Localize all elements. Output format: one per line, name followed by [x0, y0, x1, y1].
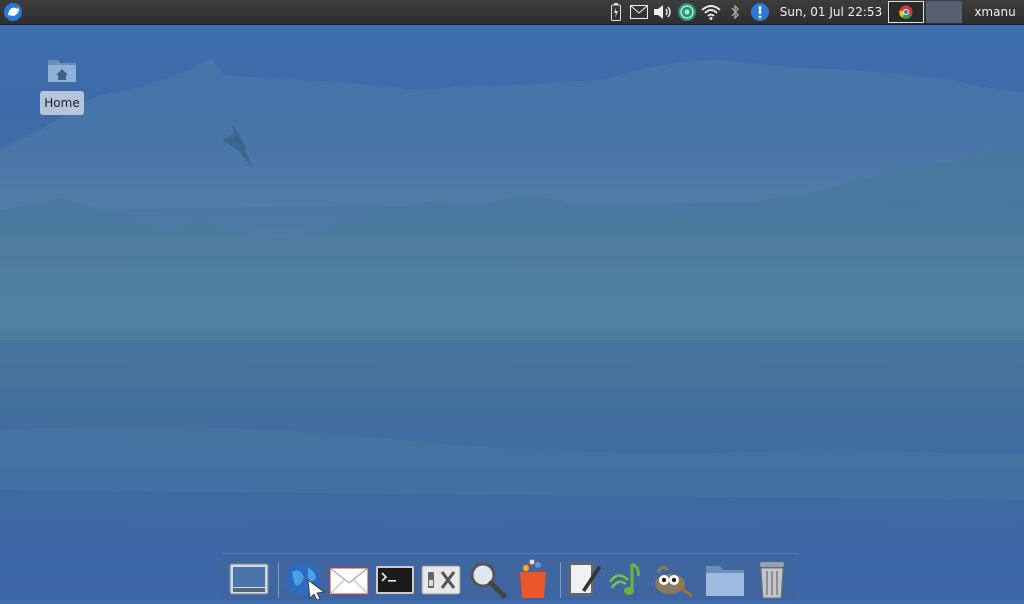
user-menu[interactable]: xmanu — [966, 0, 1024, 24]
dock-separator — [560, 562, 561, 598]
web-browser-icon[interactable] — [284, 558, 326, 601]
wallpaper — [0, 58, 1024, 560]
text-editor-icon[interactable] — [564, 558, 606, 600]
software-center-icon[interactable] — [512, 558, 554, 600]
home-folder-icon — [48, 60, 76, 82]
whisker-menu-icon[interactable] — [0, 0, 26, 24]
dock-separator — [278, 562, 279, 598]
settings-icon[interactable] — [420, 558, 462, 600]
mail-icon[interactable] — [628, 0, 650, 24]
clock[interactable]: Sun, 01 Jul 22:53 — [778, 0, 884, 24]
empty-window-button[interactable] — [926, 1, 962, 23]
top-panel: Sun, 01 Jul 22:53 xmanu — [0, 0, 1024, 25]
chrome-icon — [899, 5, 913, 19]
trash-icon[interactable] — [752, 558, 794, 600]
volume-icon[interactable] — [652, 0, 674, 24]
notification-icon[interactable] — [748, 0, 772, 24]
music-player-icon[interactable] — [608, 558, 650, 600]
terminal-icon[interactable] — [374, 558, 416, 600]
battery-icon[interactable] — [608, 0, 624, 24]
home-label[interactable]: Home — [40, 91, 84, 115]
chrome-window-button[interactable] — [888, 1, 924, 23]
network-icon[interactable] — [676, 0, 698, 24]
file-manager-icon[interactable] — [704, 558, 746, 600]
show-desktop-icon[interactable] — [228, 558, 270, 600]
home-desktop-icon[interactable] — [40, 56, 84, 88]
search-icon[interactable] — [466, 558, 508, 600]
bluetooth-icon[interactable] — [726, 0, 744, 24]
mail-client-icon[interactable] — [328, 558, 370, 600]
wifi-icon[interactable] — [700, 0, 722, 24]
dock — [222, 553, 798, 601]
gimp-icon[interactable] — [652, 558, 694, 600]
